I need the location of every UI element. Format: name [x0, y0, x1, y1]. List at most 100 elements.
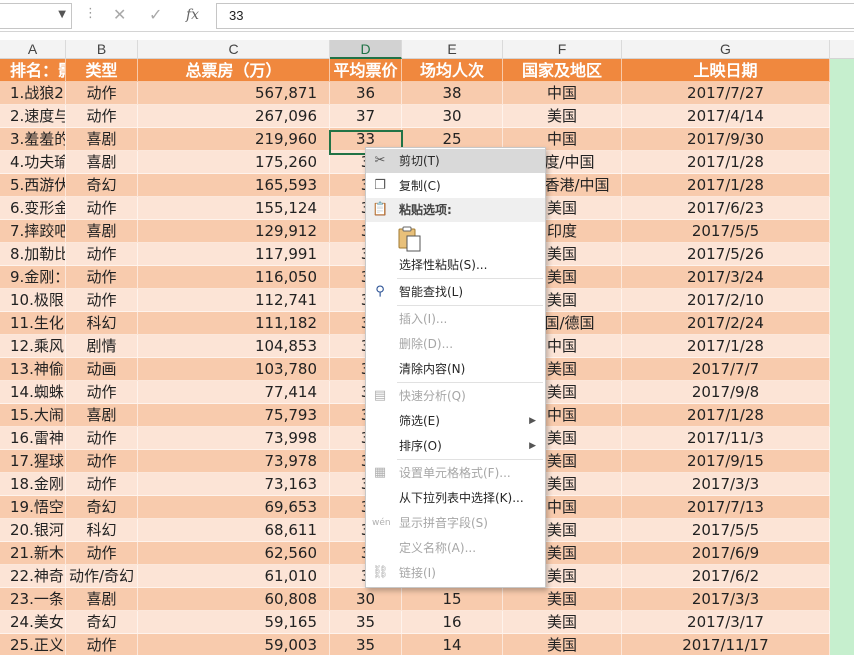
cell-box-office[interactable]: 68,611	[138, 519, 330, 542]
cell-avg-price[interactable]: 37	[330, 105, 402, 128]
cell-genre[interactable]: 动作	[66, 450, 138, 473]
cell-genre[interactable]: 动作	[66, 266, 138, 289]
cell-title[interactable]: 13.神偷	[0, 358, 66, 381]
cell-release-date[interactable]: 2017/7/7	[622, 358, 830, 381]
cell-genre[interactable]: 剧情	[66, 335, 138, 358]
cell-release-date[interactable]: 2017/1/28	[622, 404, 830, 427]
cell-genre[interactable]: 喜剧	[66, 404, 138, 427]
cell-genre[interactable]: 动作	[66, 427, 138, 450]
cell-title[interactable]: 8.加勒比	[0, 243, 66, 266]
cell-box-office[interactable]: 111,182	[138, 312, 330, 335]
column-header-b[interactable]: B	[66, 40, 138, 59]
cell-genre[interactable]: 奇幻	[66, 611, 138, 634]
menu-item-pick-from-list[interactable]: 从下拉列表中选择(K)...	[366, 486, 545, 510]
menu-item-copy[interactable]: ❐ 复制(C)	[366, 174, 545, 198]
cell-title[interactable]: 18.金刚	[0, 473, 66, 496]
cell-box-office[interactable]: 59,165	[138, 611, 330, 634]
cell-release-date[interactable]: 2017/5/5	[622, 220, 830, 243]
column-header-d[interactable]: D	[330, 40, 402, 59]
name-box[interactable]: ▼	[0, 3, 72, 29]
cell-title[interactable]: 25.正义	[0, 634, 66, 655]
cell-title[interactable]: 9.金刚：	[0, 266, 66, 289]
menu-item-clear-contents[interactable]: 清除内容(N)	[366, 357, 545, 381]
cell-release-date[interactable]: 2017/7/27	[622, 82, 830, 105]
cell-release-date[interactable]: 2017/9/15	[622, 450, 830, 473]
cell-title[interactable]: 17.猩球	[0, 450, 66, 473]
cell-box-office[interactable]: 73,978	[138, 450, 330, 473]
cell-box-office[interactable]: 62,560	[138, 542, 330, 565]
cell-title[interactable]: 22.神奇	[0, 565, 66, 588]
cell-title[interactable]: 5.西游伏	[0, 174, 66, 197]
paste-clipboard-icon[interactable]	[398, 226, 422, 252]
enter-icon[interactable]: ✓	[149, 5, 162, 24]
cell-title[interactable]: 7.摔跤吧	[0, 220, 66, 243]
cell-release-date[interactable]: 2017/5/5	[622, 519, 830, 542]
cell-box-office[interactable]: 155,124	[138, 197, 330, 220]
cell-genre[interactable]: 科幻	[66, 312, 138, 335]
cell-box-office[interactable]: 60,808	[138, 588, 330, 611]
cancel-icon[interactable]: ✕	[113, 5, 126, 24]
cell-genre[interactable]: 动画	[66, 358, 138, 381]
header-cell-rank[interactable]: 排名：影片	[0, 59, 66, 82]
cell-box-office[interactable]: 112,741	[138, 289, 330, 312]
cell-box-office[interactable]: 129,912	[138, 220, 330, 243]
column-header-c[interactable]: C	[138, 40, 330, 59]
cell-box-office[interactable]: 73,998	[138, 427, 330, 450]
menu-item-delete[interactable]: 删除(D)...	[366, 332, 545, 356]
cell-avg-price[interactable]: 30	[330, 588, 402, 611]
cell-title[interactable]: 12.乘风	[0, 335, 66, 358]
cell-release-date[interactable]: 2017/11/3	[622, 427, 830, 450]
cell-release-date[interactable]: 2017/6/23	[622, 197, 830, 220]
header-cell-genre[interactable]: 类型	[66, 59, 138, 82]
cell-title[interactable]: 1.战狼2	[0, 82, 66, 105]
name-box-dropdown-icon[interactable]: ▼	[58, 9, 66, 20]
cell-release-date[interactable]: 2017/6/2	[622, 565, 830, 588]
cell-release-date[interactable]: 2017/6/9	[622, 542, 830, 565]
cell-title[interactable]: 20.银河	[0, 519, 66, 542]
cell-title[interactable]: 2.速度与	[0, 105, 66, 128]
column-header-a[interactable]: A	[0, 40, 66, 59]
insert-function-icon[interactable]: fx	[186, 7, 199, 23]
cell-region[interactable]: 美国	[503, 588, 622, 611]
cell-release-date[interactable]: 2017/3/24	[622, 266, 830, 289]
cell-release-date[interactable]: 2017/3/17	[622, 611, 830, 634]
cell-region[interactable]: 中国	[503, 82, 622, 105]
menu-item-format-cells[interactable]: ▦ 设置单元格格式(F)...	[366, 461, 545, 485]
cell-genre[interactable]: 喜剧	[66, 128, 138, 151]
cell-region[interactable]: 美国	[503, 105, 622, 128]
menu-item-quick-analysis[interactable]: ▤ 快速分析(Q)	[366, 384, 545, 408]
cell-genre[interactable]: 科幻	[66, 519, 138, 542]
cell-release-date[interactable]: 2017/7/13	[622, 496, 830, 519]
cell-genre[interactable]: 动作	[66, 542, 138, 565]
cell-box-office[interactable]: 219,960	[138, 128, 330, 151]
cell-genre[interactable]: 奇幻	[66, 496, 138, 519]
cell-title[interactable]: 10.极限	[0, 289, 66, 312]
cell-genre[interactable]: 动作	[66, 634, 138, 655]
cell-release-date[interactable]: 2017/2/24	[622, 312, 830, 335]
header-cell-box-office[interactable]: 总票房（万）	[138, 59, 330, 82]
menu-item-insert[interactable]: 插入(I)...	[366, 307, 545, 331]
cell-title[interactable]: 15.大闹	[0, 404, 66, 427]
cell-avg-price[interactable]: 35	[330, 611, 402, 634]
header-cell-avg-attendance[interactable]: 场均人次	[402, 59, 503, 82]
cell-avg-attendance[interactable]: 15	[402, 588, 503, 611]
cell-release-date[interactable]: 2017/1/28	[622, 335, 830, 358]
cell-title[interactable]: 11.生化	[0, 312, 66, 335]
cell-title[interactable]: 23.一条	[0, 588, 66, 611]
cell-genre[interactable]: 动作	[66, 473, 138, 496]
cell-genre[interactable]: 动作	[66, 243, 138, 266]
cell-release-date[interactable]: 2017/5/26	[622, 243, 830, 266]
cell-box-office[interactable]: 175,260	[138, 151, 330, 174]
cell-title[interactable]: 21.新木	[0, 542, 66, 565]
menu-item-link[interactable]: ⛓ 链接(I)	[366, 561, 545, 585]
cell-genre[interactable]: 动作	[66, 197, 138, 220]
cell-title[interactable]: 24.美女	[0, 611, 66, 634]
cell-genre[interactable]: 动作	[66, 381, 138, 404]
cell-release-date[interactable]: 2017/3/3	[622, 588, 830, 611]
cell-genre[interactable]: 动作/奇幻	[66, 565, 138, 588]
cell-avg-attendance[interactable]: 30	[402, 105, 503, 128]
cell-box-office[interactable]: 116,050	[138, 266, 330, 289]
cell-box-office[interactable]: 165,593	[138, 174, 330, 197]
cell-box-office[interactable]: 104,853	[138, 335, 330, 358]
cell-region[interactable]: 美国	[503, 634, 622, 655]
